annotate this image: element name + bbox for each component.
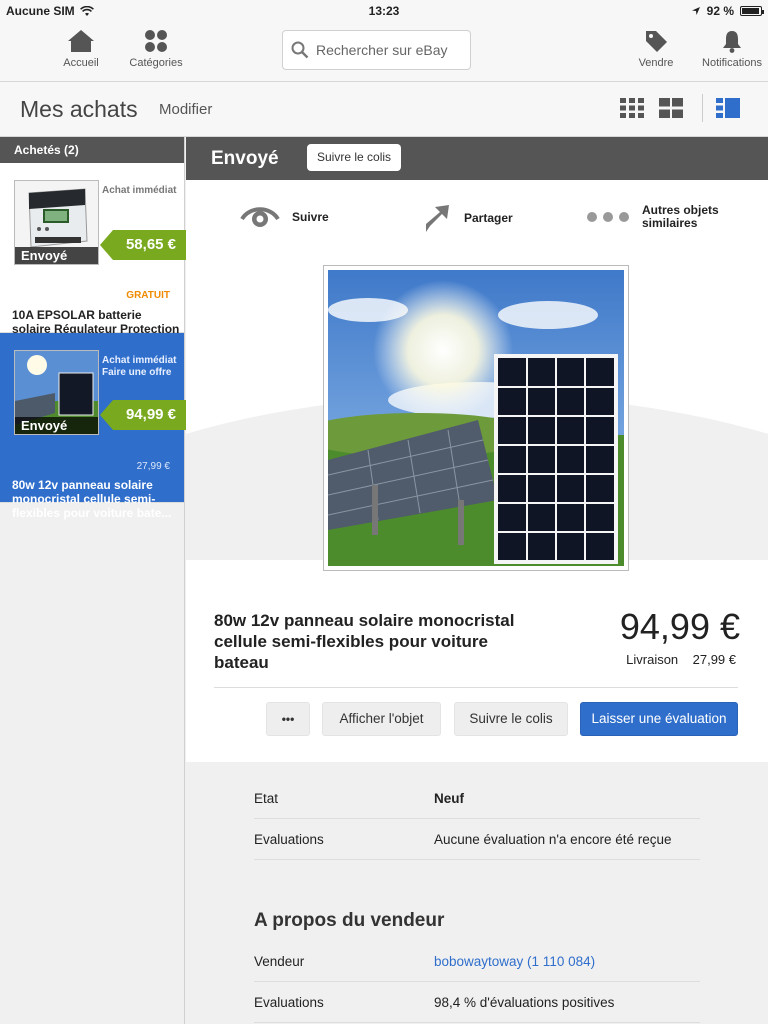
condition-value: Neuf	[434, 791, 464, 806]
item-status-label: Envoyé	[15, 247, 98, 264]
share-label: Partager	[464, 211, 513, 225]
divider	[214, 687, 738, 688]
clock: 13:23	[368, 4, 400, 18]
share-arrow-icon	[426, 205, 449, 232]
track-package-button[interactable]: Suivre le colis	[307, 144, 402, 171]
seller-label: Vendeur	[254, 954, 305, 969]
title-bar: Mes achats Modifier	[0, 82, 768, 137]
edit-button[interactable]: Modifier	[159, 101, 212, 118]
sell-button[interactable]: Vendre	[616, 28, 696, 69]
feedback-row: Evaluations Aucune évaluation n'a encore…	[254, 819, 700, 860]
feedback-label: Evaluations	[254, 832, 324, 847]
item-price: 58,65 €	[113, 230, 189, 260]
home-label: Accueil	[63, 57, 99, 69]
seller-feedback-value: 98,4 % d'évaluations positives	[434, 995, 615, 1010]
similar-label-2: similaires	[642, 216, 698, 230]
follow-action[interactable]: Suivre	[240, 202, 329, 232]
battery-percent: 92 %	[706, 4, 734, 18]
grid-large-icon	[659, 98, 683, 118]
battery-icon	[740, 6, 764, 16]
shipping-value: 27,99 €	[692, 652, 736, 667]
item-shipping: 27,99 €	[136, 461, 170, 472]
top-nav: Accueil Catégories Vendre Notifications	[0, 22, 768, 82]
shipping-status: Envoyé	[211, 148, 279, 169]
list-view-button[interactable]	[716, 98, 740, 123]
item-status-label: Envoyé	[15, 417, 98, 434]
grid-small-icon	[620, 98, 644, 118]
item-info-list: Etat Neuf Evaluations Aucune évaluation …	[254, 778, 700, 860]
home-icon	[68, 30, 94, 52]
search-input[interactable]	[316, 42, 466, 58]
solar-panel-image	[298, 270, 624, 566]
leave-feedback-button[interactable]: Laisser une évaluation	[580, 702, 738, 736]
condition-label: Etat	[254, 791, 279, 806]
item-offer-type: Faire une offre	[102, 367, 172, 378]
detail-header: Envoyé Suivre le colis	[186, 137, 768, 180]
purchase-item-selected[interactable]: Envoyé Achat immédiat Faire une offre 94…	[0, 333, 189, 520]
categories-button[interactable]: Catégories	[116, 28, 196, 69]
categories-label: Catégories	[129, 57, 183, 69]
follow-label: Suivre	[292, 210, 329, 224]
search-bar[interactable]	[282, 30, 471, 70]
seller-feedback-label: Evaluations	[254, 995, 324, 1010]
location-icon	[691, 7, 700, 15]
item-detail: Suivre Partager Autres objets similaires	[186, 180, 768, 762]
purchases-sidebar: Achetés (2) Envoyé Achat immédiat 58,65 …	[0, 137, 189, 1024]
bell-icon	[723, 31, 741, 53]
grid-view-small-button[interactable]	[620, 98, 644, 123]
purchase-item[interactable]: Envoyé Achat immédiat 58,65 € GRATUIT 10…	[0, 163, 189, 350]
more-dots-icon	[587, 212, 629, 222]
similar-label-1: Autres objets	[642, 203, 719, 217]
home-button[interactable]: Accueil	[41, 28, 121, 69]
shipping-line: Livraison 27,99 €	[626, 652, 736, 667]
share-action[interactable]: Partager	[422, 202, 513, 234]
purchased-header: Achetés (2)	[0, 137, 184, 163]
page-title: Mes achats	[20, 96, 138, 122]
similar-items-action[interactable]: Autres objets similaires	[586, 204, 719, 230]
item-buy-type: Achat immédiat	[102, 355, 177, 366]
product-title: 80w 12v panneau solaire monocristal cell…	[214, 611, 515, 672]
item-shipping: GRATUIT	[126, 290, 170, 301]
grid-view-large-button[interactable]	[659, 98, 683, 123]
search-icon	[291, 41, 309, 59]
view-item-button[interactable]: Afficher l'objet	[322, 702, 441, 736]
product-photo[interactable]	[298, 265, 629, 571]
condition-row: Etat Neuf	[254, 778, 700, 819]
item-thumbnail: Envoyé	[14, 350, 99, 435]
seller-row[interactable]: Vendeur bobowaytoway (1 110 084)	[254, 941, 700, 982]
view-divider	[702, 94, 703, 122]
item-thumbnail: Envoyé	[14, 180, 99, 265]
product-price: 94,99 €	[619, 606, 740, 647]
seller-link[interactable]: bobowaytoway (1 110 084)	[434, 954, 595, 969]
seller-section-title: A propos du vendeur	[254, 910, 445, 931]
notifications-button[interactable]: Notifications	[692, 28, 768, 69]
feedback-value: Aucune évaluation n'a encore été reçue	[434, 832, 672, 847]
list-view-icon	[716, 98, 740, 118]
item-price-tag: 94,99 €	[100, 400, 189, 430]
item-price-tag: 58,65 €	[100, 230, 189, 260]
seller-feedback-row: Evaluations 98,4 % d'évaluations positiv…	[254, 982, 700, 1023]
more-options-button[interactable]: •••	[266, 702, 310, 736]
track-package-action-button[interactable]: Suivre le colis	[454, 702, 568, 736]
item-buy-type: Achat immédiat	[102, 185, 177, 196]
status-bar: Aucune SIM 13:23 92 %	[0, 0, 768, 22]
categories-icon	[145, 30, 167, 52]
shipping-label: Livraison	[626, 652, 679, 667]
item-price: 94,99 €	[113, 400, 189, 430]
notifications-label: Notifications	[702, 57, 762, 69]
eye-icon	[240, 207, 280, 227]
seller-info-list: Vendeur bobowaytoway (1 110 084) Evaluat…	[254, 941, 700, 1023]
tag-icon	[646, 31, 667, 52]
sell-label: Vendre	[638, 57, 674, 69]
item-title: 80w 12v panneau solaire monocristal cell…	[12, 478, 172, 520]
